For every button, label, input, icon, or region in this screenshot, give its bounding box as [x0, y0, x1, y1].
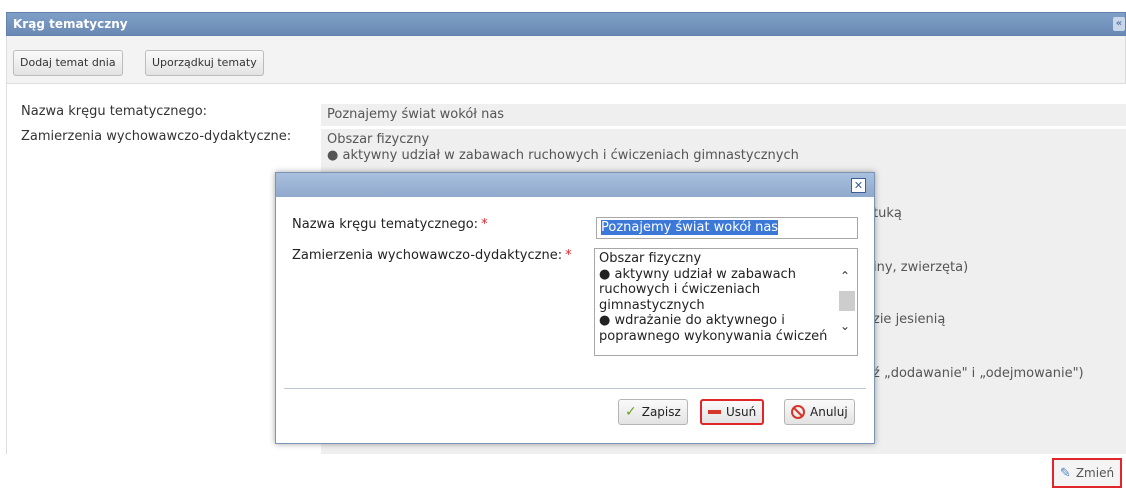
textarea-line: ruchowych i ćwiczeniach: [599, 282, 761, 297]
save-label: Zapisz: [641, 405, 681, 419]
dialog-goals-textarea[interactable]: Obszar fizyczny ● aktywny udział w zabaw…: [594, 248, 858, 356]
minus-icon: [708, 410, 721, 414]
dialog-goals-label-text: Zamierzenia wychowawczo-dydaktyczne:: [292, 248, 563, 263]
scrollbar-thumb[interactable]: [839, 291, 855, 311]
textarea-line: ● aktywny udział w zabawach: [599, 266, 796, 282]
close-icon[interactable]: ✕: [851, 178, 866, 193]
dialog-titlebar[interactable]: ✕: [276, 173, 874, 197]
check-icon: ✓: [625, 404, 637, 420]
textarea-scrollbar[interactable]: ⌃ ⌄: [837, 249, 857, 355]
edit-label: Zmień: [1075, 466, 1115, 480]
collapse-icon[interactable]: «: [1113, 17, 1125, 31]
dialog-name-label-text: Nazwa kręgu tematycznego:: [292, 217, 479, 232]
name-value: Poznajemy świat wokół nas: [321, 104, 1126, 126]
save-button[interactable]: ✓ Zapisz: [618, 399, 688, 425]
name-label: Nazwa kręgu tematycznego:: [21, 104, 208, 119]
textarea-line: Obszar fizyczny: [599, 251, 702, 266]
dialog-name-input-value: Poznajemy świat wokół nas: [601, 220, 779, 235]
scroll-down-icon[interactable]: ⌄: [840, 319, 850, 333]
toolbar: Dodaj temat dnia Uporządkuj tematy: [6, 36, 1126, 84]
textarea-line: ● wdrażanie do aktywnego i: [599, 313, 785, 328]
panel-header: Krąg tematyczny «: [6, 12, 1126, 36]
order-topics-button[interactable]: Uporządkuj tematy: [145, 50, 264, 76]
dialog-name-label: Nazwa kręgu tematycznego: *: [292, 217, 488, 232]
goals-fragment: tuką: [873, 206, 902, 221]
panel-title: Krąg tematyczny: [13, 17, 128, 31]
goals-label: Zamierzenia wychowawczo-dydaktyczne:: [21, 129, 292, 144]
goals-fragment: zie jesienią: [873, 312, 946, 327]
add-day-topic-button[interactable]: Dodaj temat dnia: [13, 50, 123, 76]
dialog-divider: [284, 388, 866, 389]
edit-theme-dialog: ✕ Nazwa kręgu tematycznego: * Poznajemy ś…: [275, 172, 875, 444]
textarea-content: Obszar fizyczny ● aktywny udział w zabaw…: [599, 251, 835, 344]
required-mark: *: [565, 248, 572, 263]
goals-fragment: iny, zwierzęta): [873, 260, 969, 275]
delete-label: Usuń: [726, 405, 757, 419]
cancel-button[interactable]: Anuluj: [784, 399, 855, 425]
textarea-line: gimnastycznych: [599, 297, 705, 313]
pencil-icon: ✎: [1059, 465, 1071, 481]
textarea-line: poprawnego wykonywania ćwiczeń: [599, 328, 828, 344]
goals-fragment: ź „dodawanie" i „odejmowanie"): [873, 366, 1084, 381]
cancel-icon: [791, 405, 805, 419]
edit-button[interactable]: ✎ Zmień: [1052, 458, 1122, 488]
goals-line: Obszar fizyczny: [327, 132, 430, 147]
name-value-text: Poznajemy świat wokół nas: [327, 107, 505, 122]
delete-button[interactable]: Usuń: [700, 399, 765, 425]
required-mark: *: [481, 217, 488, 232]
cancel-label: Anuluj: [810, 405, 848, 419]
dialog-goals-label: Zamierzenia wychowawczo-dydaktyczne: *: [292, 248, 572, 263]
footer-bar: ✎ Zmień: [6, 454, 1126, 490]
goals-line: ● aktywny udział w zabawach ruchowych i …: [327, 148, 799, 163]
dialog-name-input[interactable]: Poznajemy świat wokół nas: [596, 217, 858, 239]
scroll-up-icon[interactable]: ⌃: [840, 269, 850, 283]
